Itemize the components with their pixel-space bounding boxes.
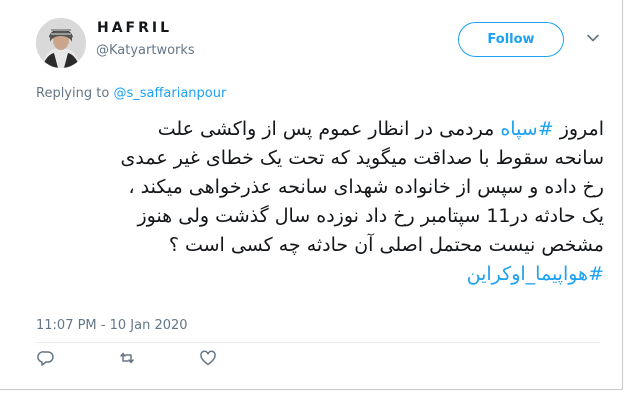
tweet-line: امروز #سپاه مردمی در انظار عموم پس از وا… (36, 115, 604, 144)
reply-icon[interactable] (37, 349, 55, 367)
tweet-text-segment: مردمی در انظار عموم پس از واکشی علت (157, 118, 501, 140)
replying-to: Replying to @s_saffarianpour (36, 86, 226, 101)
tweet-text: امروز #سپاه مردمی در انظار عموم پس از وا… (36, 115, 605, 289)
tweet-card: HAFRIL @Katyartworks Follow Replying to … (0, 0, 623, 390)
chevron-down-icon[interactable] (586, 31, 600, 45)
avatar-image (36, 18, 86, 68)
tweet-line: رخ داده و سپس از خانواده شهدای سانحه عذر… (128, 176, 604, 198)
tweet-text-segment: امروز (553, 118, 604, 140)
follow-button[interactable]: Follow (458, 22, 564, 57)
hashtag-link[interactable]: #سپاه (500, 118, 553, 140)
divider (36, 342, 600, 343)
tweet-line: #هواپیما_اوکراین (36, 260, 604, 289)
tweet-line: سانحه سقوط با صداقت میگوید که تحت یک خطا… (120, 147, 605, 169)
replying-to-label: Replying to (36, 86, 110, 101)
avatar[interactable] (36, 18, 86, 68)
user-handle[interactable]: @Katyartworks (96, 43, 195, 58)
reply-target-link[interactable]: @s_saffarianpour (113, 86, 226, 101)
timestamp[interactable]: 11:07 PM - 10 Jan 2020 (36, 318, 188, 333)
hashtag-link[interactable]: #هواپیما_اوکراین (467, 263, 604, 285)
like-icon[interactable] (199, 349, 217, 367)
tweet-line: مشخص نیست محتمل اصلی آن حادثه چه کسی است… (168, 234, 604, 256)
retweet-icon[interactable] (118, 349, 136, 367)
tweet-line: یک حادثه در11 سپتامبر رخ داد نوزده سال گ… (137, 205, 604, 227)
display-name[interactable]: HAFRIL (97, 20, 172, 36)
